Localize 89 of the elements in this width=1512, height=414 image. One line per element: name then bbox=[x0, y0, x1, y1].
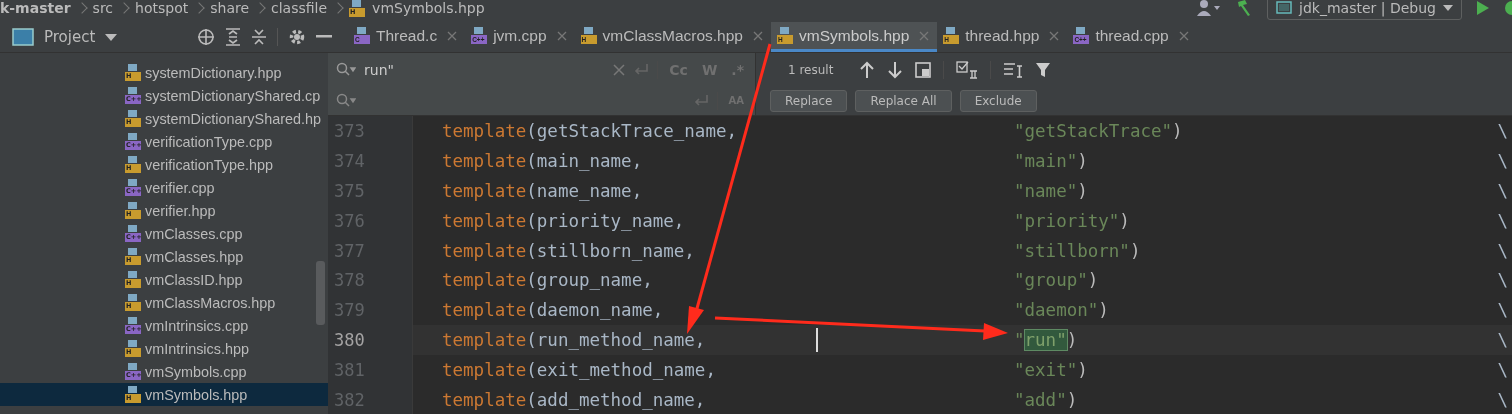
select-all-icon[interactable] bbox=[915, 61, 932, 78]
close-icon[interactable] bbox=[447, 30, 458, 41]
breadcrumb[interactable]: share bbox=[210, 0, 250, 16]
line-continuation: \ bbox=[1497, 240, 1508, 261]
caret-icon bbox=[1443, 5, 1453, 11]
run-configuration-dropdown[interactable]: jdk_master | Debug bbox=[1267, 0, 1462, 20]
search-icon bbox=[336, 61, 356, 78]
run-icon[interactable] bbox=[1476, 0, 1490, 16]
breadcrumb[interactable]: hotspot bbox=[135, 0, 189, 16]
result-count: 1 result bbox=[788, 62, 834, 77]
file-name[interactable]: verifier.hpp bbox=[145, 202, 216, 219]
text-cursor bbox=[816, 328, 818, 353]
code-text: "priority") bbox=[1014, 210, 1130, 231]
tab-label[interactable]: thread.cpp bbox=[1095, 26, 1169, 45]
file-name[interactable]: verificationType.cpp bbox=[145, 133, 273, 150]
line-continuation: \ bbox=[1497, 300, 1508, 321]
code-text: template(exit_method_name, bbox=[442, 360, 716, 381]
file-name[interactable]: vmIntrinsics.hpp bbox=[145, 340, 249, 357]
close-icon[interactable] bbox=[556, 30, 567, 41]
search-icon bbox=[336, 92, 356, 109]
filter-icon[interactable] bbox=[1035, 61, 1052, 78]
line-number: 380 bbox=[334, 330, 365, 351]
line-continuation: \ bbox=[1497, 210, 1508, 231]
code-text: template(add_method_name, bbox=[442, 389, 706, 410]
file-name[interactable]: vmClassMacros.hpp bbox=[145, 294, 276, 311]
close-icon[interactable] bbox=[1049, 30, 1060, 41]
file-name[interactable]: systemDictionaryShared.cp bbox=[145, 87, 321, 104]
close-icon[interactable] bbox=[1178, 30, 1189, 41]
arrow-down-icon[interactable] bbox=[887, 60, 904, 79]
line-continuation: \ bbox=[1497, 360, 1508, 381]
line-continuation: \ bbox=[1497, 270, 1508, 291]
settings-icon[interactable] bbox=[288, 28, 306, 46]
file-name[interactable]: vmClasses.hpp bbox=[145, 248, 244, 265]
file-name[interactable]: verificationType.hpp bbox=[145, 156, 273, 173]
user-icon[interactable] bbox=[1195, 0, 1222, 17]
code-text: template(daemon_name, bbox=[442, 300, 664, 321]
window-icon bbox=[1276, 1, 1293, 15]
code-text: template(main_name, bbox=[442, 150, 643, 171]
checkbox-list-icon[interactable] bbox=[956, 60, 979, 79]
project-panel-title[interactable]: Project bbox=[44, 28, 96, 46]
breadcrumb[interactable]: vmSymbols.hpp bbox=[372, 0, 485, 16]
minimize-icon[interactable] bbox=[316, 35, 332, 39]
replace-button[interactable]: Replace All bbox=[855, 89, 952, 112]
line-continuation: \ bbox=[1497, 330, 1508, 351]
line-continuation: \ bbox=[1497, 180, 1508, 201]
code-text: template(group_name, bbox=[442, 270, 653, 291]
code-text: template(name_name, bbox=[442, 180, 643, 201]
code-text: template(stillborn_name, bbox=[442, 240, 695, 261]
tab-label[interactable]: vmSymbols.hpp bbox=[799, 26, 910, 45]
scrollbar-thumb[interactable] bbox=[316, 261, 325, 325]
text-lines-icon[interactable] bbox=[1003, 61, 1024, 78]
file-name[interactable]: vmClassID.hpp bbox=[145, 271, 243, 288]
code-text: "exit") bbox=[1014, 360, 1088, 381]
tab-label[interactable]: Thread.c bbox=[376, 26, 438, 45]
panel-icon bbox=[12, 28, 34, 46]
tab-label[interactable]: vmClassMacros.hpp bbox=[602, 26, 743, 45]
code-text: "main") bbox=[1014, 150, 1088, 171]
tab-label[interactable]: jvm.cpp bbox=[493, 26, 547, 45]
code-text: "daemon") bbox=[1014, 300, 1109, 321]
file-name[interactable]: vmIntrinsics.cpp bbox=[145, 317, 249, 334]
expand-all-icon[interactable] bbox=[225, 28, 241, 46]
tab-label[interactable]: thread.hpp bbox=[965, 26, 1040, 45]
file-name[interactable]: verifier.cpp bbox=[145, 179, 215, 196]
replace-button[interactable]: Replace bbox=[770, 89, 848, 112]
code-text: "stillborn") bbox=[1014, 240, 1141, 261]
line-continuation: \ bbox=[1497, 150, 1508, 171]
file-name[interactable]: systemDictionary.hpp bbox=[145, 64, 282, 81]
locate-icon[interactable] bbox=[197, 28, 215, 46]
code-text: template(getStackTrace_name, bbox=[442, 120, 737, 141]
close-icon[interactable] bbox=[753, 30, 763, 41]
collapse-all-icon[interactable] bbox=[251, 28, 267, 46]
arrow-up-icon[interactable] bbox=[859, 60, 876, 79]
line-continuation: \ bbox=[1497, 120, 1508, 141]
caret-icon[interactable] bbox=[105, 33, 118, 41]
breadcrumb[interactable]: src bbox=[92, 0, 114, 16]
code-text: "getStackTrace") bbox=[1014, 120, 1183, 141]
breadcrumb[interactable]: classfile bbox=[271, 0, 328, 16]
code-text: "add") bbox=[1014, 389, 1078, 410]
breadcrumb[interactable]: k-master bbox=[0, 0, 71, 16]
code-text: template(priority_name, bbox=[442, 210, 685, 231]
code-text: "group") bbox=[1014, 270, 1099, 291]
file-name[interactable]: vmClasses.cpp bbox=[145, 225, 243, 242]
file-name[interactable]: vmSymbols.hpp bbox=[145, 386, 248, 403]
replace-button[interactable]: Exclude bbox=[959, 89, 1037, 112]
file-name[interactable]: systemDictionaryShared.hp bbox=[145, 110, 321, 127]
line-continuation: \ bbox=[1497, 389, 1508, 410]
code-text: "name") bbox=[1014, 180, 1088, 201]
file-name[interactable]: vmSymbols.cpp bbox=[145, 363, 247, 380]
code-text: template(run_method_name, bbox=[442, 330, 706, 351]
